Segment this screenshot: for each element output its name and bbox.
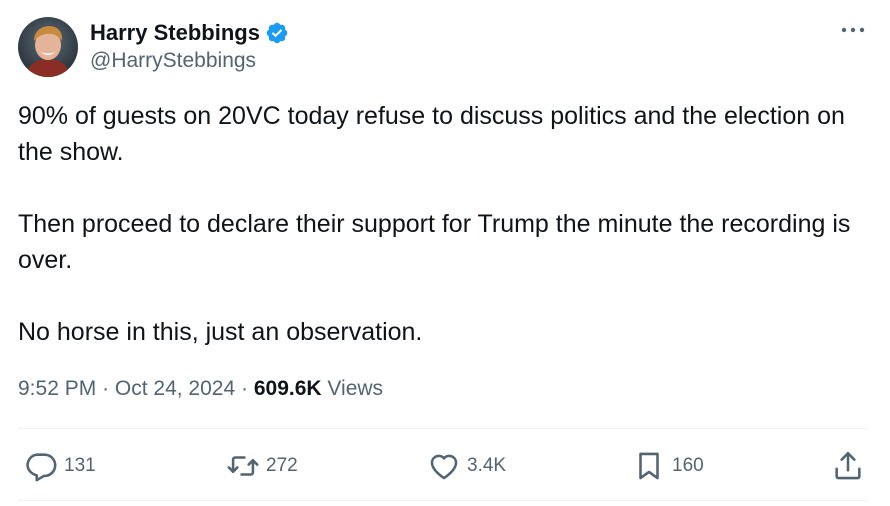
retweet-count: 272	[266, 455, 298, 476]
tweet-header: Harry Stebbings @HarryStebbings	[18, 16, 289, 78]
tweet-meta: 9:52 PM · Oct 24, 2024 · 609.6K Views	[18, 374, 383, 404]
reply-button[interactable]: 131	[24, 448, 96, 484]
retweet-icon	[227, 456, 259, 476]
tweet-card: Harry Stebbings @HarryStebbings 90% of g…	[0, 0, 890, 506]
verified-badge-icon[interactable]	[265, 21, 289, 45]
retweet-button[interactable]: 272	[226, 448, 298, 484]
share-icon	[835, 451, 861, 480]
like-button[interactable]: 3.4K	[427, 448, 506, 484]
tweet-paragraph: 90% of guests on 20VC today refuse to di…	[18, 102, 845, 166]
like-count: 3.4K	[467, 455, 507, 476]
views-label: Views	[327, 377, 384, 400]
meta-separator: ·	[102, 377, 110, 400]
author-identity: Harry Stebbings @HarryStebbings	[90, 19, 289, 75]
display-name[interactable]: Harry Stebbings	[90, 19, 260, 47]
author-handle[interactable]: @HarryStebbings	[90, 47, 289, 75]
avatar-image	[18, 17, 78, 77]
share-button[interactable]	[831, 448, 865, 484]
tweet-paragraph: No horse in this, just an observation.	[18, 318, 423, 346]
bookmark-button[interactable]: 160	[632, 448, 704, 484]
name-row: Harry Stebbings	[90, 19, 289, 47]
divider	[18, 500, 868, 501]
bookmark-count: 160	[672, 455, 704, 476]
more-options-button[interactable]	[838, 18, 868, 42]
tweet-paragraph: Then proceed to declare their support fo…	[18, 210, 851, 274]
more-horizontal-icon	[841, 27, 865, 33]
bookmark-icon	[639, 452, 659, 480]
tweet-time[interactable]: 9:52 PM	[18, 377, 96, 400]
avatar[interactable]	[18, 17, 78, 77]
tweet-text: 90% of guests on 20VC today refuse to di…	[18, 98, 878, 350]
views-count[interactable]: 609.6K	[254, 377, 322, 400]
meta-separator: ·	[241, 377, 248, 400]
action-bar: 131 272 3.4K 160	[0, 448, 890, 484]
heart-icon	[430, 454, 458, 480]
tweet-date[interactable]: Oct 24, 2024	[115, 377, 235, 400]
reply-count: 131	[64, 455, 96, 476]
reply-icon	[26, 453, 57, 482]
divider	[18, 428, 868, 429]
